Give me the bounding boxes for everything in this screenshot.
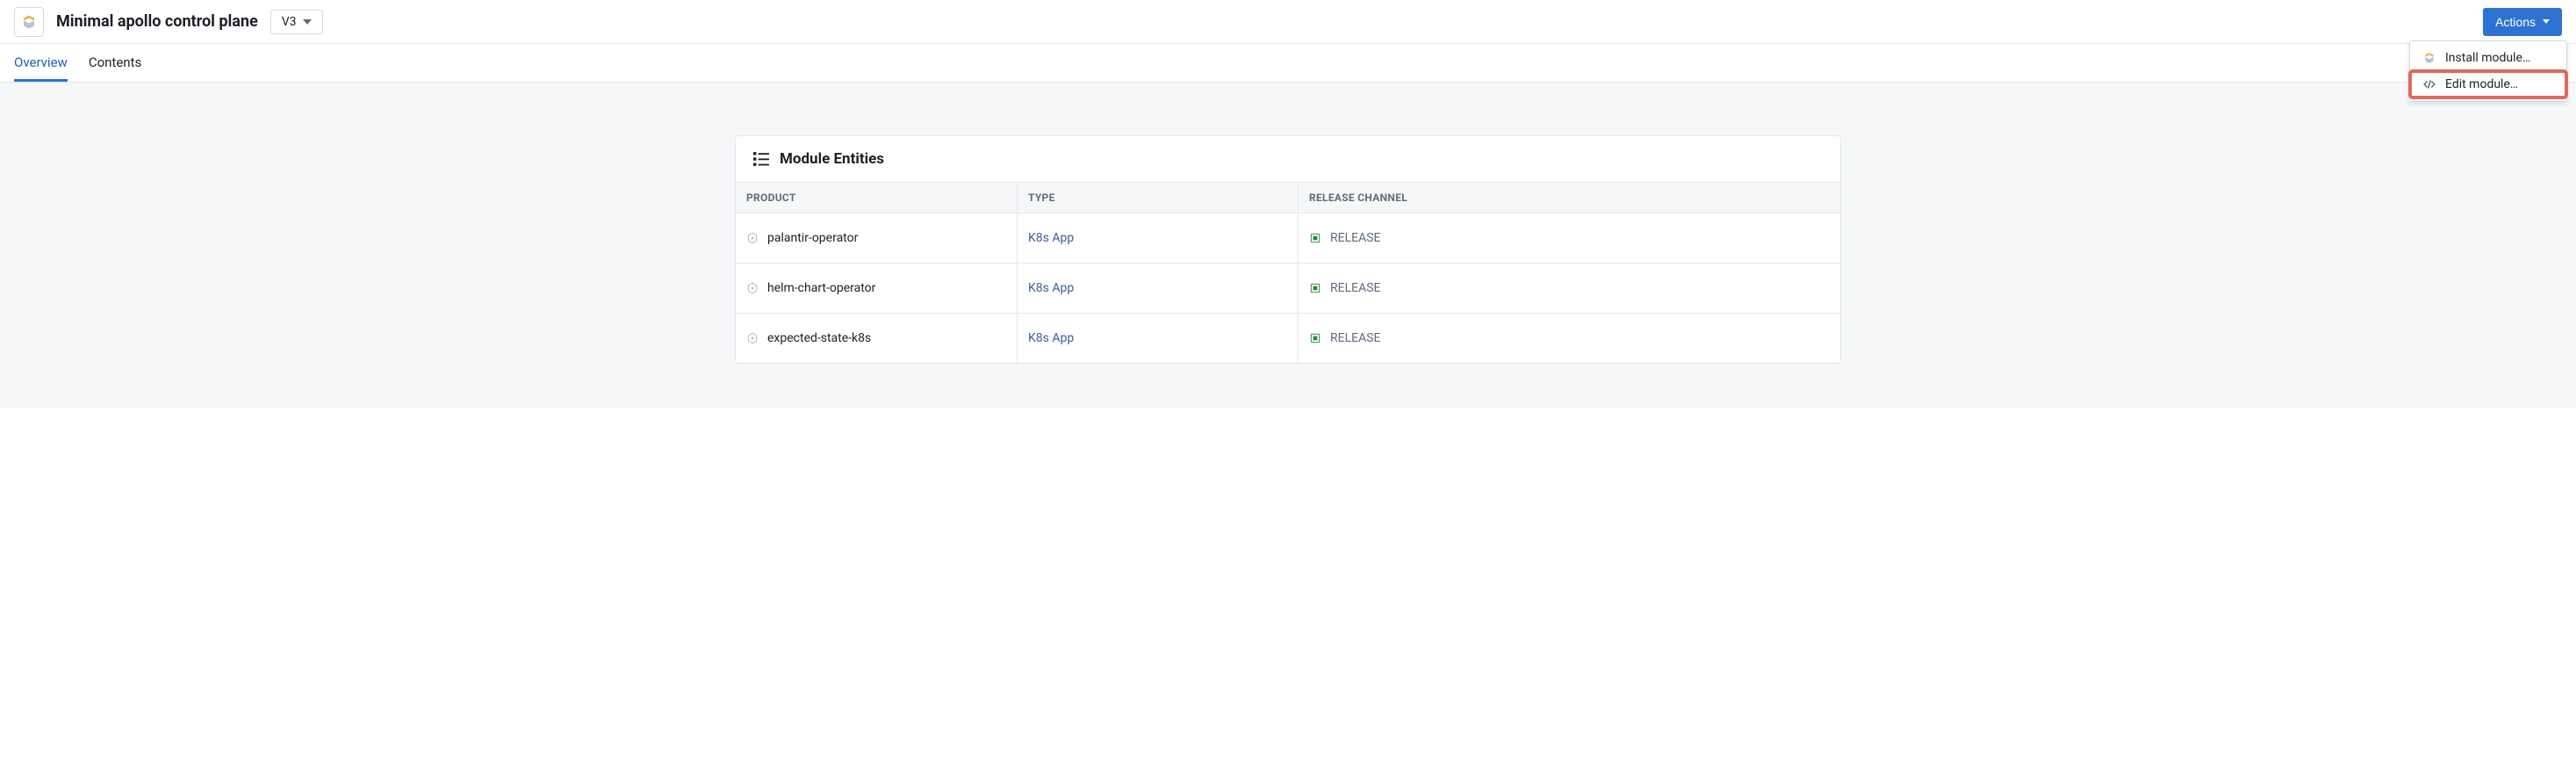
caret-down-icon xyxy=(2543,19,2550,24)
menu-item-install-module[interactable]: Install module… xyxy=(2410,45,2566,71)
tab-overview[interactable]: Overview xyxy=(14,44,68,82)
release-channel: RELEASE xyxy=(1330,281,1380,295)
code-icon xyxy=(2422,77,2436,91)
chip-icon xyxy=(1309,282,1321,294)
tabs: Overview Contents xyxy=(0,44,2576,83)
menu-item-edit-module[interactable]: Edit module… xyxy=(2410,71,2566,98)
chevron-down-icon xyxy=(303,19,312,25)
actions-menu: Install module… Edit module… xyxy=(2409,40,2567,102)
actions-button[interactable]: Actions xyxy=(2483,8,2562,36)
product-name: expected-state-k8s xyxy=(767,331,871,345)
page-header: Minimal apollo control plane V3 Actions xyxy=(0,0,2576,44)
card-header: Module Entities xyxy=(736,136,1840,182)
type-link[interactable]: K8s App xyxy=(1028,231,1074,245)
release-channel: RELEASE xyxy=(1330,331,1380,345)
table-row: palantir-operator K8s App RELEASE xyxy=(736,213,1840,264)
chip-icon xyxy=(1309,332,1321,344)
actions-button-label: Actions xyxy=(2495,15,2536,29)
product-name: helm-chart-operator xyxy=(767,281,875,295)
column-header-type: TYPE xyxy=(1017,183,1298,213)
table-body: palantir-operatorK8s AppRELEASEhelm-char… xyxy=(736,213,1840,363)
page-title: Minimal apollo control plane xyxy=(56,12,258,31)
list-icon xyxy=(753,151,769,167)
cube-icon xyxy=(21,14,37,30)
cube-icon xyxy=(2422,51,2436,65)
release-channel: RELEASE xyxy=(1330,231,1380,245)
table-header: PRODUCT TYPE RELEASE CHANNEL xyxy=(736,182,1840,213)
module-entities-card: Module Entities PRODUCT TYPE RELEASE CHA… xyxy=(735,135,1841,364)
version-selector-value: V3 xyxy=(282,15,297,29)
table-row: helm-chart-operator K8s App RELEASE xyxy=(736,264,1840,314)
type-link[interactable]: K8s App xyxy=(1028,331,1074,345)
service-icon xyxy=(746,282,759,294)
menu-item-label: Edit module… xyxy=(2445,77,2518,91)
type-link[interactable]: K8s App xyxy=(1028,281,1074,295)
table-row: expected-state-k8s K8s App RELEASE xyxy=(736,314,1840,363)
tab-contents[interactable]: Contents xyxy=(89,44,141,82)
service-icon xyxy=(746,232,759,244)
version-selector[interactable]: V3 xyxy=(270,10,324,34)
main-content: Module Entities PRODUCT TYPE RELEASE CHA… xyxy=(0,83,2576,408)
column-header-product: PRODUCT xyxy=(736,183,1017,213)
module-icon xyxy=(14,7,44,37)
chip-icon xyxy=(1309,232,1321,244)
column-header-channel: RELEASE CHANNEL xyxy=(1298,183,1840,213)
menu-item-label: Install module… xyxy=(2445,51,2530,65)
card-title: Module Entities xyxy=(780,150,884,168)
product-name: palantir-operator xyxy=(767,231,858,245)
service-icon xyxy=(746,332,759,344)
